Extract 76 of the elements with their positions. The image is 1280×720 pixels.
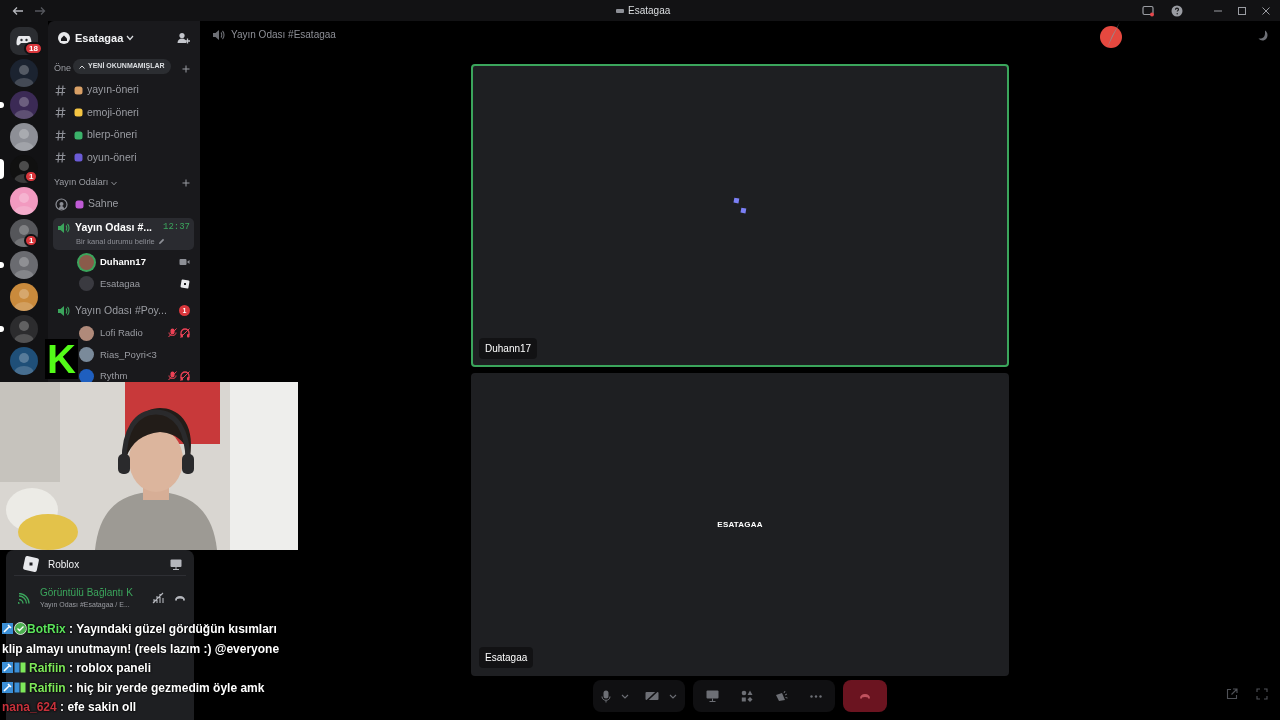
channel-item[interactable]: blerp-öneri: [53, 124, 194, 147]
server-icon[interactable]: [10, 123, 38, 151]
moderator-badge-icon: [2, 623, 13, 634]
channel-item[interactable]: emoji-öneri: [53, 101, 194, 124]
verified-badge-icon: [14, 622, 27, 635]
server-icon: [616, 7, 624, 14]
caret-icon[interactable]: [669, 693, 677, 699]
connection-signal-icon: [18, 592, 30, 604]
end-call-button[interactable]: [843, 680, 887, 712]
hashtag-icon: [55, 152, 66, 164]
participant-name: Esatagaa: [479, 647, 534, 668]
soundboard-icon[interactable]: [775, 690, 788, 702]
activity-name: Roblox: [48, 557, 80, 572]
member-name[interactable]: Esatagaa: [100, 276, 141, 291]
pencil-icon[interactable]: [157, 237, 165, 245]
caret-icon[interactable]: [621, 693, 629, 699]
window-title: Esatagaa: [628, 4, 671, 18]
hashtag-icon: [55, 129, 66, 141]
member-name[interactable]: Rias_Poyri<3: [100, 347, 157, 362]
game-icon: [22, 555, 40, 573]
stage-icon: [55, 197, 68, 211]
server-icon[interactable]: [10, 187, 38, 215]
plus-icon[interactable]: [182, 65, 190, 73]
channel-item[interactable]: oyun-öneri: [53, 146, 194, 169]
more-icon[interactable]: [810, 694, 822, 698]
server-icon[interactable]: [10, 251, 38, 279]
chat-message: Raifiin : hiç bir yerde gezmedim öyle amk: [2, 678, 298, 698]
speaker-icon: [212, 28, 225, 41]
server-icon[interactable]: [10, 283, 38, 311]
camera-off-icon[interactable]: [645, 690, 659, 702]
back-arrow-icon[interactable]: [12, 5, 24, 16]
microphone-icon[interactable]: [601, 689, 611, 703]
maximize-icon[interactable]: [1237, 5, 1247, 16]
gamepad-icon: [16, 35, 32, 47]
chat-message: nana_624 : efe sakin oll: [2, 699, 138, 716]
hashtag-icon: [55, 107, 66, 119]
inbox-icon[interactable]: [1142, 4, 1154, 17]
disconnect-icon[interactable]: [174, 594, 186, 602]
timer-text: 12:37: [163, 221, 190, 235]
member-name[interactable]: Lofi Radio: [100, 326, 143, 341]
channel-item[interactable]: yayın-öneri: [53, 79, 194, 102]
moderator-badge-icon: [2, 681, 13, 693]
hang-up-icon: [859, 693, 871, 699]
server-name-button[interactable]: Esatagaa: [75, 29, 135, 47]
subscriber-badge-icon: [14, 681, 26, 693]
notification-badge: 18: [24, 42, 43, 55]
overlay-logo: K: [47, 339, 76, 379]
member-name[interactable]: Duhann17: [100, 255, 146, 270]
chevron-down-icon: [126, 35, 135, 41]
hashtag-icon: [55, 84, 66, 96]
channel-title: Yayın Odası #Esatagaa: [231, 28, 336, 42]
noise-suppression-icon[interactable]: [152, 592, 164, 604]
speaker-icon: [57, 221, 70, 234]
screen-share-icon[interactable]: [706, 690, 719, 702]
screen-share-icon[interactable]: [170, 558, 182, 570]
category-header[interactable]: Öne: [54, 62, 71, 76]
add-member-icon[interactable]: [177, 32, 190, 44]
popout-icon[interactable]: [1226, 688, 1238, 700]
activities-icon[interactable]: [741, 690, 753, 702]
speaker-icon: [57, 304, 70, 317]
help-icon[interactable]: [1171, 4, 1183, 17]
category-header[interactable]: Yayın Odaları: [54, 176, 118, 190]
plus-icon[interactable]: [182, 179, 190, 187]
chevron-up-icon: [79, 64, 85, 69]
close-icon[interactable]: [1261, 5, 1271, 16]
member-name[interactable]: Rythm: [100, 369, 128, 384]
tile-label: ESATAGAA: [717, 518, 763, 531]
moderator-badge-icon: [2, 662, 13, 673]
forward-arrow-icon[interactable]: [34, 5, 46, 16]
subscriber-badge-icon: [14, 662, 26, 673]
server-icon: [58, 32, 70, 44]
channel-item[interactable]: Sahne: [53, 193, 194, 216]
voice-status-text: Görüntülü Bağlantı K: [40, 586, 133, 601]
participant-name: Duhann17: [479, 338, 538, 359]
loading-icon: [733, 196, 747, 215]
chat-message: Raifiin : roblox paneli: [2, 659, 298, 679]
